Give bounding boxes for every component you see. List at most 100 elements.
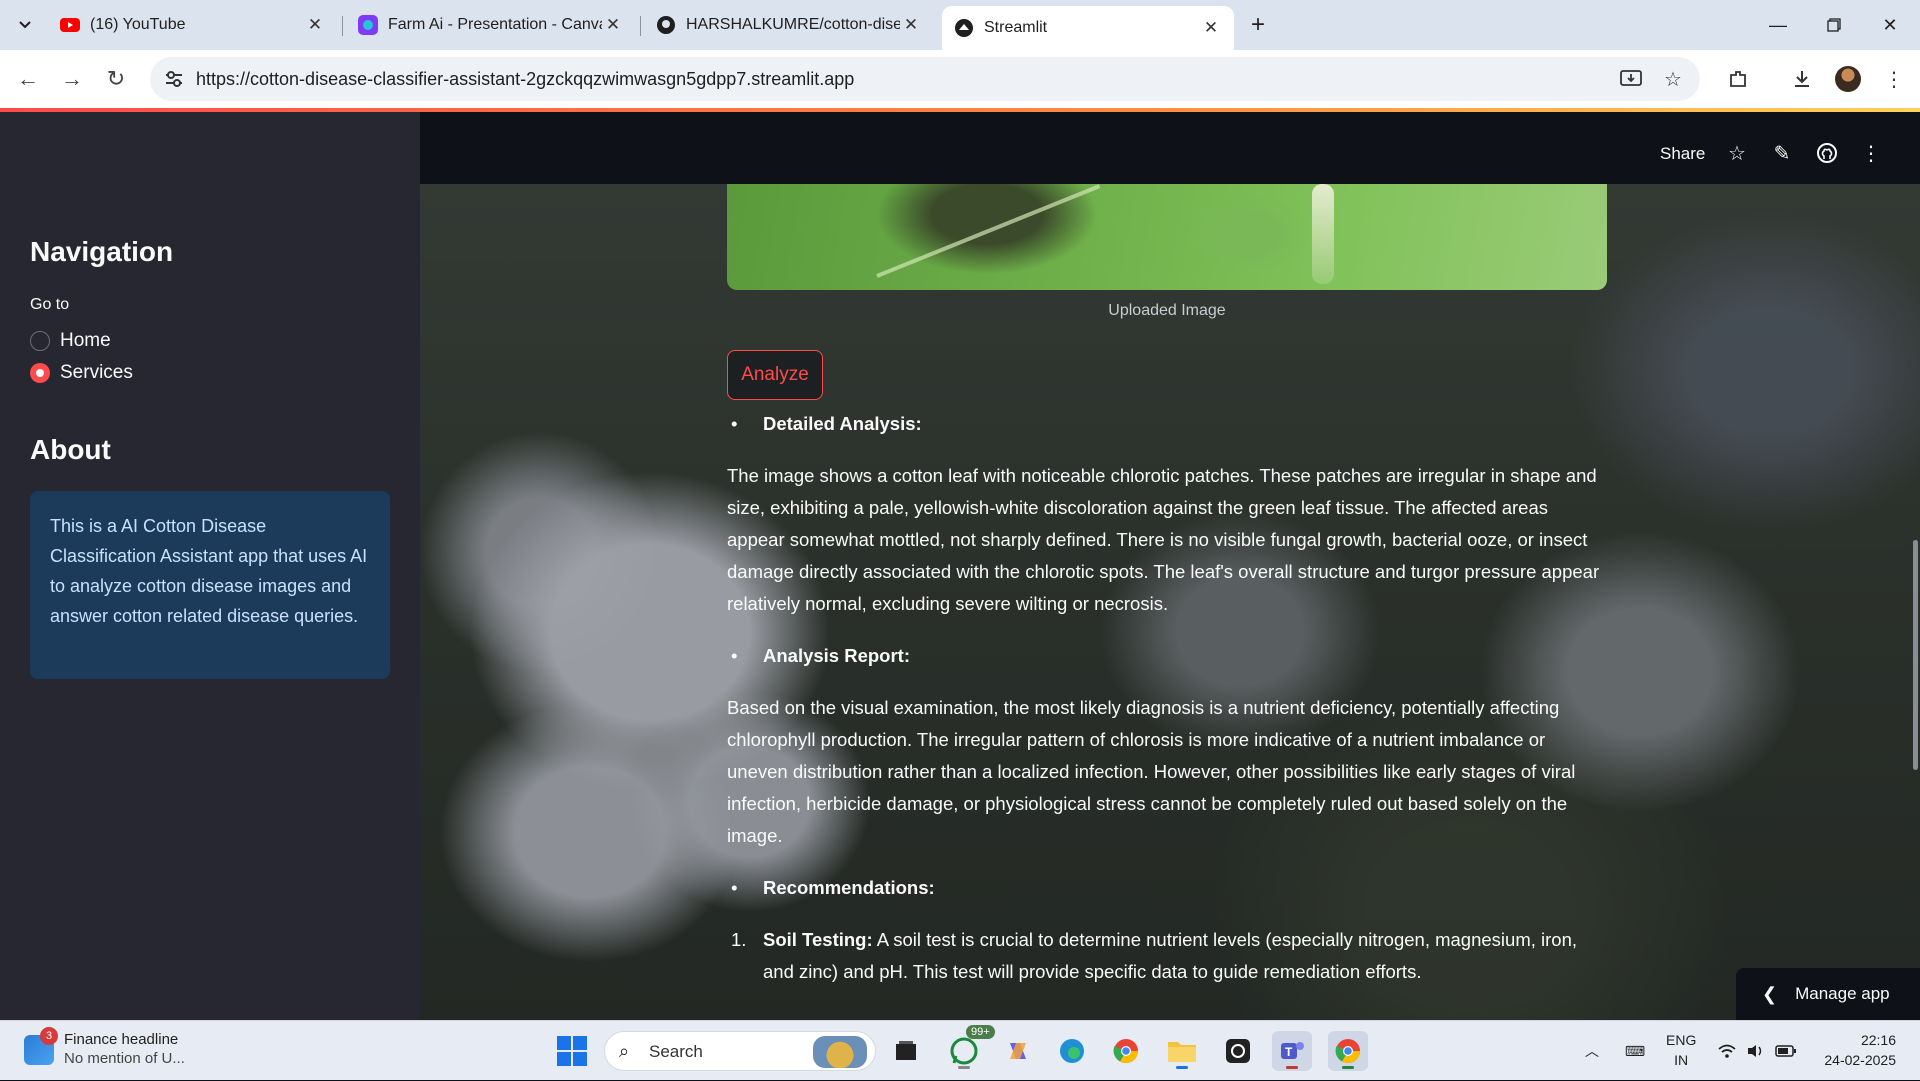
tab-title: Streamlit bbox=[984, 19, 1048, 36]
chevron-up-icon: ︿ bbox=[1585, 1043, 1599, 1059]
download-icon[interactable] bbox=[1786, 63, 1818, 95]
scrollbar-thumb[interactable] bbox=[1913, 540, 1918, 770]
forward-button[interactable]: → bbox=[56, 63, 88, 95]
teams-icon: T bbox=[1281, 1042, 1304, 1059]
tab-github[interactable]: HARSHALKUMRE/cotton-diseas ✕ bbox=[644, 6, 934, 44]
reload-button[interactable]: ↻ bbox=[100, 63, 132, 95]
manage-app-label: Manage app bbox=[1795, 984, 1890, 1003]
task-view-button[interactable] bbox=[886, 1031, 926, 1071]
browser-toolbar: ← → ↻ https://cotton-disease-classifier-… bbox=[0, 50, 1920, 108]
edge-app[interactable] bbox=[1052, 1031, 1092, 1071]
radio-option-home[interactable]: Home bbox=[30, 330, 111, 352]
app-header: Share ☆ ✎ ⋮ bbox=[420, 112, 1920, 184]
taskbar: 3 Finance headline No mention of U... ⌕ … bbox=[0, 1020, 1920, 1080]
system-clock[interactable]: 22:16 24-02-2025 bbox=[1820, 1030, 1896, 1070]
whatsapp-app[interactable]: 99+ bbox=[944, 1025, 995, 1071]
back-button[interactable]: ← bbox=[12, 63, 44, 95]
file-explorer-app[interactable] bbox=[1162, 1031, 1202, 1071]
close-icon[interactable]: ✕ bbox=[304, 14, 326, 36]
recommendation-item: 1. Soil Testing: A soil test is crucial … bbox=[727, 924, 1607, 988]
battery-icon[interactable] bbox=[1772, 1021, 1800, 1081]
install-app-icon[interactable] bbox=[1618, 66, 1644, 92]
close-icon: ✕ bbox=[1882, 14, 1898, 35]
github-icon bbox=[656, 15, 676, 35]
show-hidden-icons[interactable]: ︿ bbox=[1580, 1021, 1604, 1081]
youtube-icon bbox=[60, 15, 80, 35]
arrow-left-icon: ← bbox=[17, 66, 39, 91]
tab-youtube[interactable]: (16) YouTube ✕ bbox=[48, 6, 338, 44]
site-settings-icon[interactable] bbox=[162, 67, 186, 91]
running-indicator bbox=[1342, 1066, 1354, 1069]
close-icon[interactable]: ✕ bbox=[900, 14, 922, 36]
radio-label: Services bbox=[60, 362, 133, 383]
start-button[interactable] bbox=[552, 1031, 592, 1071]
chevron-left-icon: ❮ bbox=[1762, 983, 1778, 1004]
search-icon: ⌕ bbox=[619, 1041, 630, 1061]
language-indicator[interactable]: ENG IN bbox=[1666, 1030, 1696, 1070]
close-icon[interactable]: ✕ bbox=[602, 14, 624, 36]
image-caption: Uploaded Image bbox=[1108, 302, 1226, 319]
analysis-report-heading: Analysis Report: bbox=[727, 640, 1607, 672]
profile-avatar[interactable] bbox=[1832, 63, 1864, 95]
chrome-icon bbox=[1335, 1039, 1360, 1064]
chevron-down-icon bbox=[19, 21, 31, 29]
tab-divider bbox=[640, 16, 641, 36]
main-content[interactable]: Share ☆ ✎ ⋮ Uploaded Image Analyze Detai… bbox=[420, 112, 1920, 1020]
recommendation-title: Soil Testing: bbox=[763, 929, 873, 950]
teams-app[interactable]: T bbox=[1272, 1031, 1312, 1071]
browser-tab-strip: (16) YouTube ✕ Farm Ai - Presentation - … bbox=[0, 0, 1920, 50]
radio-button-selected-icon[interactable] bbox=[30, 363, 50, 383]
volume-icon[interactable] bbox=[1742, 1021, 1768, 1081]
bookmark-star-icon[interactable]: ☆ bbox=[1660, 66, 1686, 92]
address-bar[interactable]: https://cotton-disease-classifier-assist… bbox=[150, 57, 1700, 101]
notification-badge: 99+ bbox=[966, 1025, 995, 1039]
radio-label: Home bbox=[60, 330, 111, 351]
close-icon[interactable]: ✕ bbox=[1200, 17, 1222, 39]
avatar bbox=[1835, 66, 1861, 92]
extensions-icon[interactable] bbox=[1722, 63, 1754, 95]
browser-menu-icon[interactable]: ⋮ bbox=[1878, 63, 1910, 95]
star-icon[interactable]: ☆ bbox=[1724, 140, 1750, 166]
restore-button[interactable] bbox=[1806, 0, 1862, 50]
news-title: Finance headline bbox=[64, 1031, 179, 1048]
language-code: ENG bbox=[1666, 1032, 1697, 1048]
analysis-report-text: Based on the visual examination, the mos… bbox=[727, 697, 1576, 846]
taskbar-search[interactable]: ⌕ Search bbox=[604, 1031, 876, 1071]
analyze-button[interactable]: Analyze bbox=[727, 350, 823, 400]
wifi-icon[interactable] bbox=[1714, 1021, 1740, 1081]
share-button[interactable]: Share bbox=[1660, 144, 1705, 164]
folder-icon bbox=[1168, 1042, 1196, 1062]
search-highlight-image bbox=[813, 1036, 867, 1068]
url-text[interactable]: https://cotton-disease-classifier-assist… bbox=[196, 69, 854, 90]
news-widget[interactable]: 3 Finance headline No mention of U... bbox=[24, 1027, 185, 1067]
list-number: 1. bbox=[731, 929, 747, 950]
tab-title: (16) YouTube bbox=[90, 16, 186, 33]
tab-canva[interactable]: Farm Ai - Presentation - Canva ✕ bbox=[346, 6, 636, 44]
radio-button-icon[interactable] bbox=[30, 331, 50, 351]
manage-app-button[interactable]: ❮ Manage app bbox=[1736, 968, 1920, 1020]
minimize-icon: — bbox=[1769, 14, 1787, 35]
new-tab-button[interactable]: + bbox=[1244, 11, 1272, 39]
uploaded-image bbox=[727, 184, 1607, 290]
radio-option-services[interactable]: Services bbox=[30, 362, 133, 384]
whatsapp-icon bbox=[950, 1037, 978, 1065]
chrome-icon bbox=[1113, 1039, 1138, 1064]
canva-icon bbox=[358, 15, 378, 35]
chrome-app[interactable] bbox=[1106, 1031, 1146, 1071]
region-code: IN bbox=[1674, 1052, 1689, 1068]
github-icon[interactable] bbox=[1814, 140, 1840, 166]
app-menu-icon[interactable]: ⋮ bbox=[1858, 140, 1884, 166]
chrome-profile-app[interactable] bbox=[1328, 1031, 1368, 1071]
edit-icon[interactable]: ✎ bbox=[1769, 140, 1795, 166]
recommendations-heading: Recommendations: bbox=[727, 872, 1607, 904]
sidebar-title: Navigation bbox=[30, 236, 174, 267]
tab-search-button[interactable] bbox=[10, 10, 40, 40]
edge-icon bbox=[1060, 1039, 1084, 1063]
minimize-button[interactable]: — bbox=[1750, 0, 1806, 50]
copilot-app[interactable] bbox=[998, 1031, 1038, 1071]
close-window-button[interactable]: ✕ bbox=[1862, 0, 1918, 50]
tab-streamlit[interactable]: Streamlit ✕ bbox=[942, 6, 1234, 50]
leaf-vein bbox=[876, 184, 1101, 278]
keyboard-icon[interactable]: ⌨ bbox=[1620, 1021, 1650, 1081]
camera-app[interactable] bbox=[1218, 1031, 1258, 1071]
